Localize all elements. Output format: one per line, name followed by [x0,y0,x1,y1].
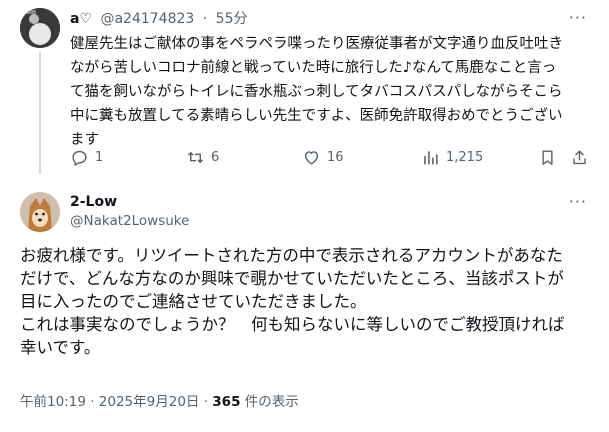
bookmark-button[interactable] [538,148,557,167]
reply-tweet[interactable]: a♡ @a24174823 · 55分 ··· 健屋先生はご献体の事をペラペラ喋… [0,0,609,182]
post-text-line: だけで、どんな方なのか興味で覗かせていただいたところ、当該ポストが [20,269,564,288]
reply-text-line: て猫を飼いながらトイレに香水瓶ぶっ刺してタバコスパスパしながらそこら [70,84,563,100]
avatar-image [20,8,60,48]
bookmark-icon [542,150,553,165]
repost-icon [188,152,203,163]
views-button[interactable]: 1,215 [421,148,483,167]
like-count: 16 [327,150,344,165]
reply-text-line: 中に糞も放置してる素晴らしい先生ですよ、医師免許取得おめでとうござい [70,108,563,124]
post-text-line: お疲れ様です。リツイートされた方の中で表示されるアカウントがあなた [20,246,563,265]
post-text-line: これは事実なのでしょうか？ 何も知らないに等しいのでご教授頂ければ [20,315,565,334]
reply-button[interactable]: 1 [70,148,103,167]
heart-icon [304,151,319,165]
more-options-button[interactable]: ··· [569,8,587,27]
repost-button[interactable]: 6 [186,148,219,167]
view-count: 1,215 [446,150,484,165]
handle[interactable]: @Nakat2Lowsuke [70,213,189,229]
reply-count: 1 [95,150,104,165]
handle[interactable]: @a24174823 [100,11,194,27]
avatar[interactable] [20,192,60,232]
post-text: お疲れ様です。リツイートされた方の中で表示されるアカウントがあなた だけで、どん… [20,244,600,359]
display-name[interactable]: 2-Low [70,194,117,210]
action-bar: 1 6 16 1,215 [70,148,590,172]
share-button[interactable] [570,148,589,167]
reply-text: 健屋先生はご献体の事をペラペラ喋ったり医療従事者が文字通り血反吐吐き ながら苦し… [70,32,590,152]
share-icon [573,150,586,165]
reply-text-line: 健屋先生はご献体の事をペラペラ喋ったり医療従事者が文字通り血反吐吐き [70,36,563,52]
reply-text-line: ながら苦しいコロナ前線と戦っていた時に旅行した♪なんて馬鹿なこと言っ [70,60,557,76]
post-text-line: 幸いです。 [20,338,101,357]
display-name[interactable]: a♡ [70,11,92,27]
post-time[interactable]: 55分 [216,11,248,27]
reply-icon [72,150,87,166]
analytics-icon [424,151,438,165]
repost-count: 6 [211,150,220,165]
more-options-button[interactable]: ··· [569,192,587,211]
views-label: 件の表示 [240,394,299,410]
reply-header: a♡ @a24174823 · 55分 [70,10,247,28]
post-text-line: 目に入ったのでご連絡させていただきました。 [20,292,367,311]
views-count: 365 [212,394,241,410]
post-meta: 午前10:19 · 2025年9月20日 · 365 件の表示 [20,390,299,410]
avatar[interactable] [20,8,60,48]
avatar-image [20,192,60,232]
post-timestamp[interactable]: 午前10:19 · 2025年9月20日 · [20,394,212,410]
like-button[interactable]: 16 [302,148,344,167]
thread-line [39,52,41,174]
main-post: 2-Low @Nakat2Lowsuke ··· お疲れ様です。リツイートされた… [0,182,609,432]
separator: · [202,11,208,27]
